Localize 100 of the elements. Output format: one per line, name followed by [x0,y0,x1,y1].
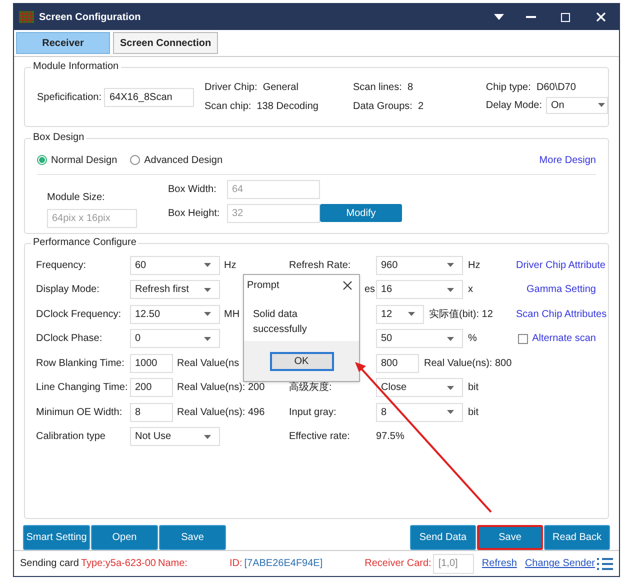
maximize-icon[interactable] [561,12,570,22]
close-icon[interactable] [343,280,352,290]
unit-text: bit [468,381,479,396]
status-text: Receiver Card: [364,557,432,572]
unit-text: Hz [468,258,480,273]
toolbar-button[interactable]: Smart Setting [23,525,90,550]
status-text: ID: [229,557,242,572]
field-label: es [364,283,375,298]
dropdown[interactable]: Close [376,378,463,398]
checkbox-option[interactable]: Alternate scan [518,331,596,346]
field-label: DClock Frequency: [36,308,122,322]
dropdown-caret-icon [447,410,454,414]
dropdown-caret-icon [204,288,211,292]
attribute-link[interactable]: Driver Chip Attribute [516,258,606,273]
field-label: Effective rate: [289,430,350,444]
dropdown[interactable]: 60 [130,256,220,275]
input-field[interactable]: 200 [130,378,173,398]
status-text: Sending card [20,557,79,572]
toolbar-button[interactable]: Read Back [544,525,610,550]
field-label: Display Mode: [36,283,100,298]
dropdown[interactable]: 0 [130,329,220,348]
field-label: Row Blanking Time: [36,356,126,371]
unit-text: Real Value(ns [177,356,240,371]
input-field[interactable]: 1000 [130,354,173,373]
window-title: Screen Configuration [39,10,141,24]
toolbar-button[interactable]: Save [477,525,543,550]
field-label: Calibration type [36,430,106,444]
info-text: Chip type: D60\D70 [486,80,577,95]
toolbar-button[interactable]: Save [159,525,226,550]
field-label: Frequency: [36,258,88,273]
field-label: Speficification: [37,90,102,105]
field-label: Box Width: [168,182,218,197]
dropdown-caret-icon [598,103,605,108]
dialog-title: Prompt [247,278,280,292]
dropdown[interactable]: 12.50 [130,304,220,324]
ok-button[interactable]: OK [270,352,334,370]
field-label: DClock Phase: [36,332,104,346]
dropdown-caret-icon [204,434,211,439]
dropdown-caret-icon [204,263,211,268]
toolbar-button[interactable]: Send Data [410,525,476,550]
status-text: [7ABE26E4F94E] [244,557,323,572]
status-text: Type:y5a-623-00 [80,557,156,572]
dropdown-caret-icon [447,336,454,341]
field-label: Delay Mode: [486,98,542,113]
field-label: Box Height: [168,206,221,221]
group-title: Box Design [31,130,86,145]
unit-text: Real Value(ns): 800 [424,356,512,371]
attribute-link[interactable]: Scan Chip Attributes [516,306,607,322]
info-text: Driver Chip: General [204,80,300,95]
status-text: Name: [158,557,188,572]
dropdown[interactable]: 12 [376,304,424,324]
dropdown-caret-icon [447,263,454,268]
field-label: 高级灰度: [289,381,332,396]
unit-text: 实际值(bit): 12 [429,308,493,322]
dropdown-caret-icon [408,312,415,316]
field-label: Module Size: [47,190,106,205]
dropdown-caret-icon [204,312,211,316]
dropdown[interactable]: 50 [376,329,463,348]
more-design-link[interactable]: More Design [539,152,596,168]
group-title: Performance Configure [31,236,138,250]
toolbar-button[interactable]: Open [91,525,158,550]
dropdown-caret-icon [204,336,211,341]
modify-button[interactable]: Modify [320,204,402,222]
attribute-link[interactable]: Gamma Setting [526,282,596,298]
unit-text: Real Value(ns): 200 [177,381,265,396]
dropdown[interactable]: 16 [376,280,463,300]
field-label: Input gray: [289,406,336,420]
dropdown[interactable]: 960 [376,256,463,275]
checkbox[interactable] [518,334,528,344]
field-label: Refresh Rate: [289,258,351,273]
input-field[interactable]: 64X16_8Scan [104,88,194,107]
info-text: Data Groups: 2 [352,100,425,114]
dropdown[interactable]: On [546,96,608,114]
effective-rate-value: 97.5% [376,430,404,444]
field-label: Minimun OE Width: [36,406,124,420]
radio-option[interactable]: Advanced Design [130,152,223,168]
dropdown[interactable]: Not Use [130,427,220,446]
tab[interactable]: Receiver [16,32,110,54]
dropdown[interactable]: 8 [376,402,463,422]
unit-text: x [468,283,473,298]
info-text: Scan lines: 8 [352,80,414,95]
menu-icon[interactable] [597,558,613,570]
receiver-card-field[interactable]: [1,0] [433,554,474,574]
unit-text: Hz [224,258,236,273]
dropdown-caret-icon [447,288,454,292]
dropdown-icon[interactable] [494,13,504,21]
dropdown-caret-icon [447,386,454,390]
tab[interactable]: Screen Connection [113,32,218,54]
status-link[interactable]: Refresh [482,556,517,572]
unit-text: bit [468,406,479,420]
field-label: Line Changing Time: [36,381,129,396]
input-field[interactable]: 8 [130,402,173,422]
input-field[interactable]: 800 [376,354,419,373]
dialog-message: Solid data successfully [252,308,308,337]
status-link[interactable]: Change Sender [524,556,595,572]
unit-text: Real Value(ns): 496 [177,406,265,420]
unit-text: MH [224,308,240,322]
dropdown[interactable]: Refresh first [130,280,220,300]
radio-option[interactable]: Normal Design [37,152,118,168]
app-icon [19,11,34,23]
